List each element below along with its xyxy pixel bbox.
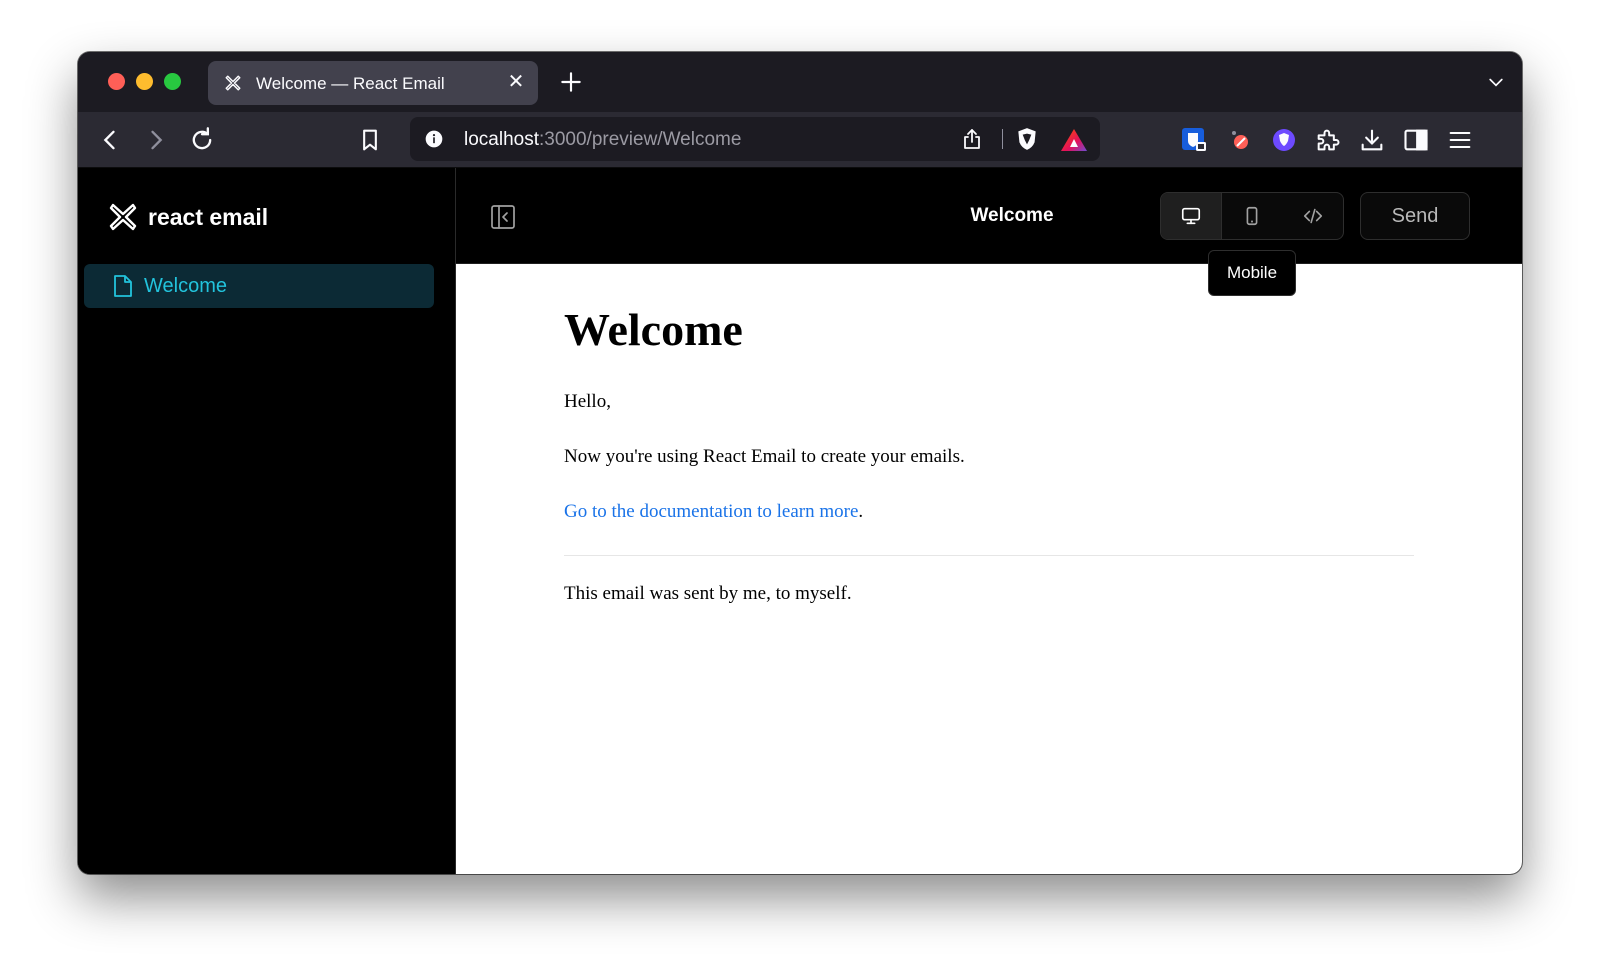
- email-link-paragraph: Go to the documentation to learn more.: [564, 500, 1414, 524]
- site-info-icon[interactable]: [424, 129, 444, 149]
- browser-window: Welcome — React Email ✕ localhost:3000/p…: [78, 52, 1522, 874]
- email-preview: Welcome Hello, Now you're using React Em…: [456, 264, 1522, 874]
- email-greeting: Hello,: [564, 391, 611, 412]
- close-window-button[interactable]: [108, 73, 125, 90]
- share-icon[interactable]: [960, 127, 984, 151]
- documentation-link[interactable]: Go to the documentation to learn more: [564, 501, 858, 522]
- url-text[interactable]: localhost:3000/preview/Welcome: [464, 129, 741, 151]
- url-host: localhost: [464, 129, 539, 150]
- brave-rewards-icon[interactable]: [1060, 127, 1088, 153]
- forward-arrow-icon[interactable]: [142, 126, 170, 154]
- sidebar: react email Welcome: [78, 168, 456, 874]
- blocker-extension-icon[interactable]: [1226, 126, 1254, 154]
- back-arrow-icon[interactable]: [96, 126, 124, 154]
- download-icon[interactable]: [1358, 126, 1386, 154]
- extensions-puzzle-icon[interactable]: [1314, 126, 1342, 154]
- monitor-icon: [1181, 207, 1201, 225]
- code-view-button[interactable]: [1283, 193, 1343, 239]
- address-bar-divider: [1002, 129, 1003, 149]
- mobile-tooltip: Mobile: [1208, 250, 1296, 296]
- send-button[interactable]: Send: [1360, 192, 1470, 240]
- react-email-logo-icon: [109, 203, 137, 231]
- screen: Welcome — React Email ✕ localhost:3000/p…: [0, 0, 1600, 978]
- bookmark-icon[interactable]: [356, 126, 384, 154]
- chevron-down-icon[interactable]: [1486, 72, 1506, 92]
- mobile-view-button[interactable]: [1222, 193, 1283, 239]
- tab-title: Welcome — React Email: [256, 74, 445, 93]
- navigation-bar: localhost:3000/preview/Welcome: [78, 112, 1522, 168]
- email-body: Welcome Hello, Now you're using React Em…: [564, 304, 1414, 637]
- address-bar[interactable]: localhost:3000/preview/Welcome: [410, 117, 1100, 161]
- preview-header: Welcome Send Mobile: [456, 168, 1522, 296]
- email-heading: Welcome: [564, 304, 743, 355]
- view-mode-toggle: [1160, 192, 1344, 240]
- react-email-favicon-icon: [225, 75, 241, 91]
- bitwarden-extension-icon[interactable]: [1180, 126, 1208, 154]
- reload-icon[interactable]: [188, 126, 216, 154]
- tab-bar: Welcome — React Email ✕: [78, 52, 1522, 112]
- proton-extension-icon[interactable]: [1270, 126, 1298, 154]
- tab-welcome[interactable]: Welcome — React Email ✕: [208, 61, 538, 105]
- brave-shields-icon[interactable]: [1014, 126, 1040, 152]
- react-email-app: react email Welcome Welcome Send Mobile …: [78, 168, 1522, 874]
- close-tab-icon[interactable]: ✕: [506, 72, 526, 92]
- brand-name: react email: [148, 204, 269, 230]
- email-divider: [564, 555, 1414, 556]
- minimize-window-button[interactable]: [136, 73, 153, 90]
- page-title: Welcome: [970, 205, 1054, 226]
- url-path: :3000/preview/Welcome: [539, 129, 742, 150]
- sidebar-item-welcome[interactable]: Welcome: [84, 264, 434, 308]
- new-tab-icon[interactable]: [558, 69, 584, 95]
- desktop-view-button[interactable]: [1161, 193, 1222, 239]
- hamburger-menu-icon[interactable]: [1446, 126, 1474, 154]
- zoom-window-button[interactable]: [164, 73, 181, 90]
- toggle-sidebar-icon[interactable]: [490, 204, 516, 230]
- code-icon: [1303, 208, 1323, 224]
- sidebar-panel-icon[interactable]: [1402, 126, 1430, 154]
- smartphone-icon: [1246, 206, 1258, 226]
- file-icon: [114, 275, 132, 297]
- link-suffix: .: [858, 501, 864, 522]
- email-paragraph: Now you're using React Email to create y…: [564, 446, 965, 467]
- email-footer: This email was sent by me, to myself.: [564, 583, 852, 604]
- sidebar-item-label: Welcome: [144, 275, 227, 297]
